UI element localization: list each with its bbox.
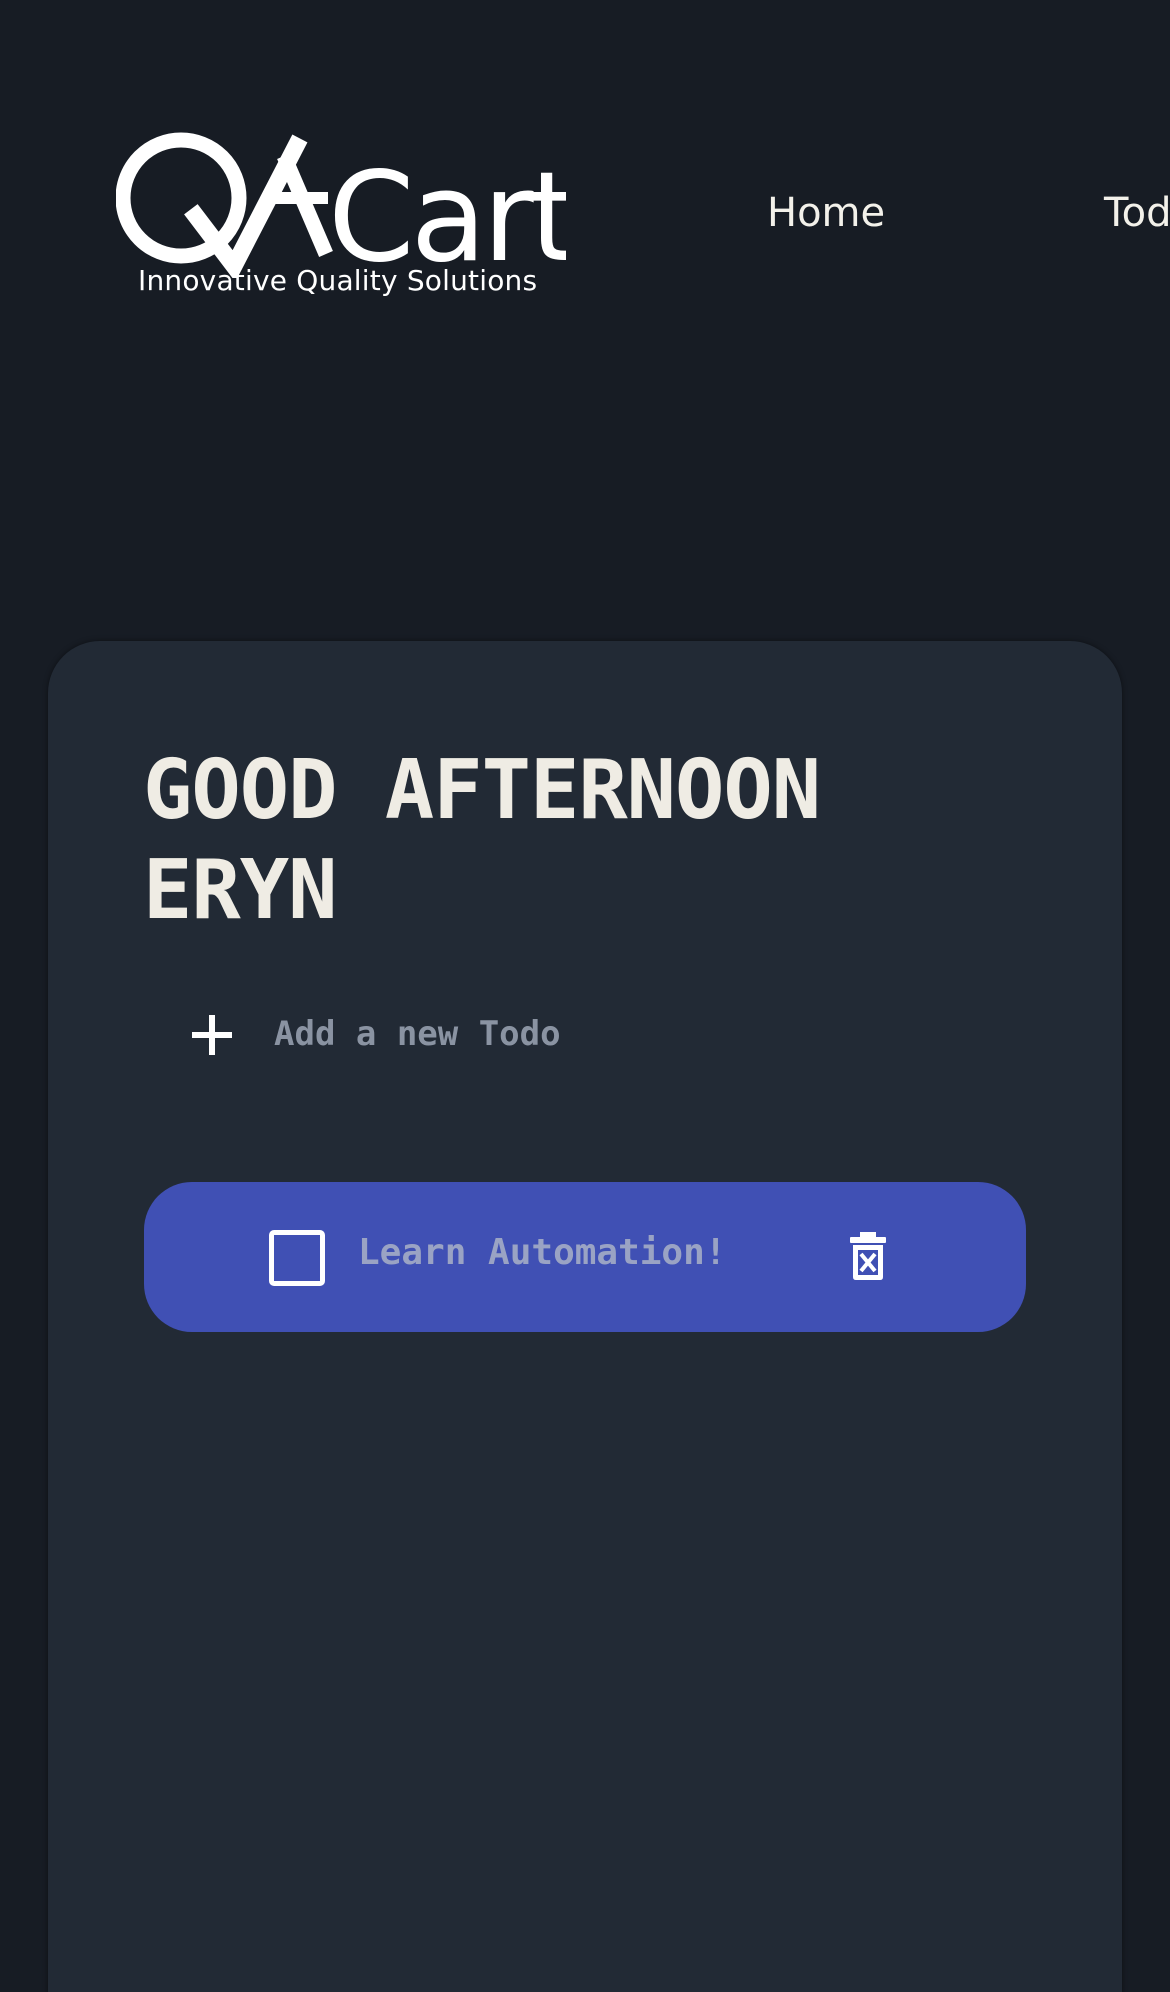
qacart-logo-mark: Cart [116, 132, 566, 278]
nav-link-home[interactable]: Home [767, 190, 885, 236]
todo-card: GOOD AFTERNOON ERYN Learn Automation! [48, 641, 1122, 1992]
new-todo-form [184, 999, 944, 1069]
greeting-heading: GOOD AFTERNOON ERYN [143, 743, 821, 938]
todo-item: Learn Automation! [144, 1182, 1026, 1332]
todo-checkbox[interactable] [269, 1230, 325, 1286]
logo-tagline: Innovative Quality Solutions [138, 264, 538, 297]
todo-text: Learn Automation! [358, 1232, 727, 1273]
trash-icon[interactable] [848, 1231, 888, 1281]
plus-icon[interactable] [184, 1007, 240, 1063]
qacart-logo[interactable]: Cart Innovative Quality Solutions [116, 128, 566, 308]
new-todo-input[interactable] [274, 999, 914, 1069]
nav-link-todo[interactable]: Todo [1104, 190, 1170, 236]
site-header: Cart Innovative Quality Solutions Home T… [0, 0, 1170, 380]
svg-text:Cart: Cart [328, 146, 566, 278]
